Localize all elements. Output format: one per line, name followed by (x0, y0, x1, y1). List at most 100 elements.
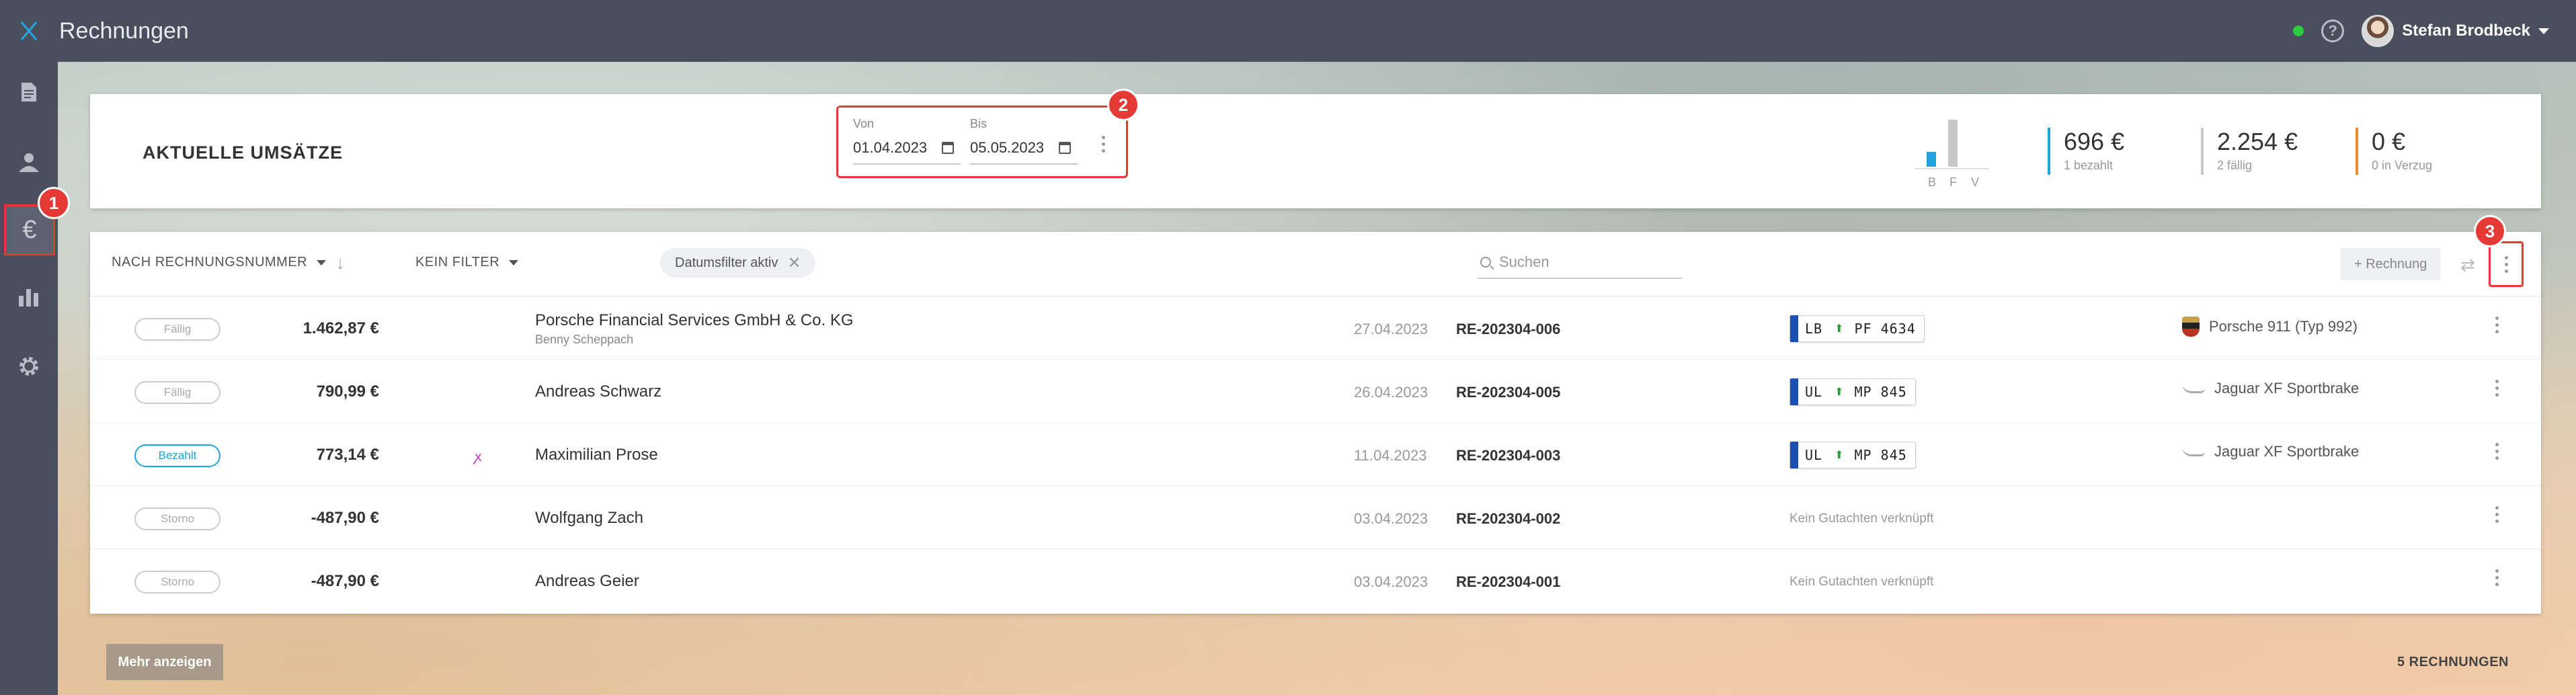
swap-icon[interactable]: ⇄ (2460, 255, 2475, 276)
car-model-label: Jaguar XF Sportbrake (2214, 443, 2360, 460)
user-name: Stefan Brodbeck (2402, 22, 2530, 40)
stat-overdue-value: 0 € (2372, 128, 2406, 155)
stat-due[interactable]: 2.254 € 2 fällig (2201, 128, 2298, 175)
eu-band-icon (1790, 315, 1798, 342)
invoice-amount: 1.462,87 € (303, 319, 379, 337)
user-menu[interactable]: Stefan Brodbeck (2362, 15, 2549, 47)
plate-district: UL (1805, 447, 1823, 463)
invoice-amount: -487,90 € (311, 509, 379, 527)
license-plate[interactable]: UL ⬆ MP 845 (1789, 378, 1916, 405)
help-icon[interactable]: ? (2321, 19, 2345, 42)
annotation-marker-2: 2 (1107, 89, 1139, 121)
add-invoice-button[interactable]: + Rechnung (2341, 248, 2441, 280)
plate-district: UL (1805, 384, 1823, 400)
table-row[interactable]: Storno -487,90 € Andreas Geier 03.04.202… (90, 549, 2541, 612)
table-row[interactable]: Fällig 790,99 € Andreas Schwarz 26.04.20… (90, 360, 2541, 423)
date-from-underline (853, 163, 961, 165)
status-badge: Bezahlt (134, 444, 220, 467)
car-model[interactable]: Porsche 911 (Typ 992) (2182, 317, 2358, 337)
calendar-icon[interactable] (942, 142, 955, 154)
license-plate[interactable]: UL ⬆ MP 845 (1789, 442, 1916, 468)
chevron-down-icon (2538, 28, 2549, 34)
row-menu-icon[interactable] (2495, 506, 2499, 523)
list-menu-button[interactable] (2489, 241, 2524, 287)
person-icon (19, 153, 39, 172)
customer-name[interactable]: Maximilian Prose (535, 446, 658, 464)
date-filter-menu-icon[interactable] (1102, 136, 1105, 153)
table-row[interactable]: Bezahlt 773,14 € ꭗ Maximilian Prose 11.0… (90, 423, 2541, 486)
jaguar-logo-icon (2182, 384, 2205, 393)
show-more-button[interactable]: Mehr anzeigen (106, 644, 223, 680)
caret-down-icon (509, 259, 519, 265)
list-toolbar: NACH RECHNUNGSNUMMER ↓ KEIN FILTER Datum… (90, 232, 2541, 296)
top-bar: Rechnungen ? Stefan Brodbeck (0, 0, 2576, 62)
row-menu-icon[interactable] (2495, 317, 2499, 333)
stat-paid-sub: 1 bezahlt (2064, 159, 2114, 172)
plate-seal-icon: ⬆ (1835, 386, 1844, 398)
stat-due-sub: 2 fällig (2217, 159, 2253, 172)
stat-overdue-sub: 0 in Verzug (2372, 159, 2433, 172)
porsche-logo-icon (2182, 317, 2200, 337)
sidebar-item-contacts[interactable] (0, 133, 58, 191)
date-to-field[interactable]: Bis 05.05.2023 (970, 117, 1078, 165)
eu-band-icon (1790, 442, 1798, 468)
stat-overdue[interactable]: 0 € 0 in Verzug (2356, 128, 2432, 175)
sidebar-item-statistics[interactable] (0, 268, 58, 325)
date-from-value[interactable]: 01.04.2023 (853, 139, 927, 157)
status-badge: Fällig (134, 381, 220, 404)
customer-name[interactable]: Wolfgang Zach (535, 509, 643, 528)
customer-name[interactable]: Andreas Schwarz (535, 382, 661, 401)
invoice-count: 5 RECHNUNGEN (2397, 655, 2509, 669)
search-input[interactable] (1499, 253, 1667, 271)
filter-dropdown[interactable]: KEIN FILTER (415, 255, 519, 270)
sidebar-item-settings[interactable] (0, 337, 58, 395)
status-badge: Storno (134, 507, 220, 530)
document-icon (22, 83, 36, 101)
customer-name[interactable]: Porsche Financial Services GmbH & Co. KG (535, 311, 854, 330)
invoice-date: 03.04.2023 (1354, 573, 1428, 590)
page-title: Rechnungen (59, 17, 189, 44)
customer-contact: Benny Scheppach (535, 333, 634, 346)
jaguar-logo-icon (2182, 447, 2205, 456)
plate-number: MP 845 (1854, 384, 1907, 400)
payment-method-icon: ꭗ (475, 450, 482, 464)
invoice-date: 26.04.2023 (1354, 384, 1428, 401)
chip-label: Datumsfilter aktiv (675, 255, 778, 270)
sidebar-item-documents[interactable] (0, 63, 58, 121)
annotation-marker-1: 1 (38, 187, 70, 219)
filter-label: KEIN FILTER (415, 255, 500, 270)
sort-label: NACH RECHNUNGSNUMMER (112, 255, 308, 270)
date-to-value[interactable]: 05.05.2023 (970, 139, 1044, 157)
table-row[interactable]: Storno -487,90 € Wolfgang Zach 03.04.202… (90, 486, 2541, 549)
date-filter-chip[interactable]: Datumsfilter aktiv ✕ (660, 248, 816, 278)
table-row[interactable]: Fällig 1.462,87 € Porsche Financial Serv… (90, 296, 2541, 360)
search-field[interactable] (1478, 247, 1682, 279)
row-menu-icon[interactable] (2495, 380, 2499, 397)
customer-name[interactable]: Andreas Geier (535, 572, 639, 591)
app-logo-icon[interactable] (0, 0, 58, 62)
invoice-amount: 790,99 € (316, 382, 379, 401)
online-status-icon (2293, 26, 2304, 36)
summary-panel: AKTUELLE UMSÄTZE Von 01.04.2023 Bis 05.0… (90, 94, 2541, 208)
date-filter: Von 01.04.2023 Bis 05.05.2023 (836, 106, 1128, 178)
license-plate[interactable]: LB ⬆ PF 4634 (1789, 315, 1925, 342)
calendar-icon[interactable] (1059, 142, 1072, 154)
car-model[interactable]: Jaguar XF Sportbrake (2182, 380, 2359, 397)
invoice-amount: 773,14 € (316, 446, 379, 464)
row-menu-icon[interactable] (2495, 443, 2499, 460)
annotation-marker-3: 3 (2474, 215, 2506, 247)
more-vert-icon (2504, 255, 2508, 273)
stat-due-value: 2.254 € (2217, 128, 2298, 155)
date-from-label: Von (853, 117, 875, 130)
car-model[interactable]: Jaguar XF Sportbrake (2182, 443, 2359, 460)
gear-icon (19, 357, 38, 376)
sort-direction-icon[interactable]: ↓ (335, 253, 346, 272)
sort-dropdown[interactable]: NACH RECHNUNGSNUMMER ↓ (112, 253, 346, 272)
row-menu-icon[interactable] (2495, 569, 2499, 586)
date-from-field[interactable]: Von 01.04.2023 (853, 117, 961, 165)
stat-paid-value: 696 € (2064, 128, 2125, 155)
close-icon[interactable]: ✕ (787, 253, 801, 273)
sidebar: € (0, 62, 58, 695)
stat-paid[interactable]: 696 € 1 bezahlt (2048, 128, 2124, 175)
summary-title: AKTUELLE UMSÄTZE (143, 142, 343, 163)
